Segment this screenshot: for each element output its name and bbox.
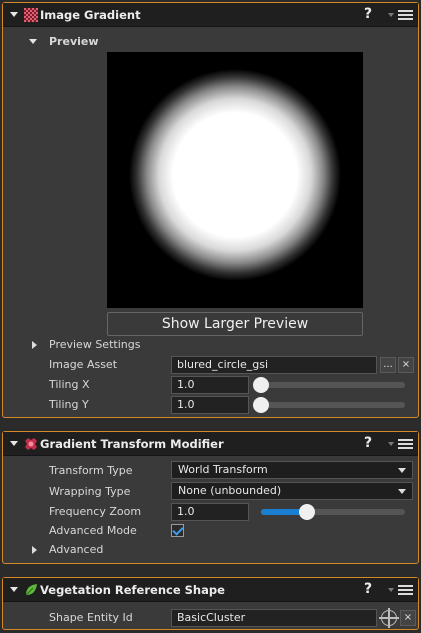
tiling-x-input[interactable]: 1.0 [171,376,249,394]
clear-asset-button[interactable]: × [398,357,414,373]
image-asset-field[interactable]: blured_circle_gsi [171,356,377,374]
help-icon[interactable]: ? [364,6,372,22]
tiling-x-label: Tiling X [49,378,90,391]
gradient-transform-modifier-panel: Gradient Transform Modifier ? Transform … [2,431,419,564]
shape-entity-id-field[interactable]: BasicCluster [171,609,377,627]
collapse-arrow-icon[interactable] [10,441,18,446]
entity-picker-icon[interactable] [379,608,399,628]
transform-modifier-title: Gradient Transform Modifier [40,437,224,451]
chevron-down-icon [398,489,406,494]
transform-modifier-component-icon [25,438,37,450]
image-gradient-component-icon [24,8,38,22]
tiling-x-slider[interactable] [253,377,405,393]
hamburger-menu-icon[interactable] [398,10,413,20]
tiling-y-slider[interactable] [253,397,405,413]
advanced-expand-icon[interactable] [32,546,37,554]
tiling-x-slider-handle[interactable] [253,377,269,393]
browse-asset-button[interactable]: ... [380,357,396,373]
show-larger-preview-button[interactable]: Show Larger Preview [107,312,363,336]
frequency-zoom-input[interactable]: 1.0 [171,503,249,521]
hamburger-menu-icon[interactable] [398,439,413,449]
gradient-preview-image [107,52,363,308]
wrapping-type-label: Wrapping Type [49,485,131,498]
advanced-section-label[interactable]: Advanced [49,543,103,556]
help-icon[interactable]: ? [364,435,372,451]
tiling-y-input[interactable]: 1.0 [171,396,249,414]
image-gradient-title: Image Gradient [40,8,141,22]
preview-settings-label[interactable]: Preview Settings [49,338,140,351]
image-gradient-header[interactable]: Image Gradient ? [3,3,418,27]
dropdown-arrow-icon[interactable] [388,442,394,446]
help-icon[interactable]: ? [364,581,372,597]
transform-type-value: World Transform [178,463,268,476]
wrapping-type-select[interactable]: None (unbounded) [171,482,413,500]
image-gradient-panel: Image Gradient ? Preview Show Larger Pre… [2,2,419,418]
dropdown-arrow-icon[interactable] [388,13,394,17]
chevron-down-icon [398,468,406,473]
transform-modifier-header[interactable]: Gradient Transform Modifier ? [3,432,418,456]
tiling-y-label: Tiling Y [49,398,89,411]
leaf-icon [25,584,37,596]
vegetation-reference-shape-panel: Vegetation Reference Shape ? Shape Entit… [2,577,419,630]
preview-section-label[interactable]: Preview [49,35,99,48]
vegetation-shape-header[interactable]: Vegetation Reference Shape ? [3,578,418,602]
frequency-zoom-slider[interactable] [261,504,405,520]
preview-collapse-arrow-icon[interactable] [29,39,37,44]
image-asset-label: Image Asset [49,358,118,371]
frequency-zoom-slider-handle[interactable] [299,504,316,520]
tiling-y-slider-handle[interactable] [253,397,269,413]
transform-type-label: Transform Type [49,464,133,477]
preview-settings-expand-icon[interactable] [32,341,37,349]
advanced-mode-checkbox[interactable] [171,524,184,537]
shape-entity-id-label: Shape Entity Id [49,611,133,624]
collapse-arrow-icon[interactable] [10,12,18,17]
transform-type-select[interactable]: World Transform [171,461,413,479]
collapse-arrow-icon[interactable] [10,587,18,592]
advanced-mode-label: Advanced Mode [49,524,137,537]
hamburger-menu-icon[interactable] [398,585,413,595]
vegetation-shape-title: Vegetation Reference Shape [40,583,225,597]
clear-entity-button[interactable]: × [400,610,416,626]
dropdown-arrow-icon[interactable] [388,588,394,592]
frequency-zoom-label: Frequency Zoom [49,505,142,518]
wrapping-type-value: None (unbounded) [178,484,282,497]
